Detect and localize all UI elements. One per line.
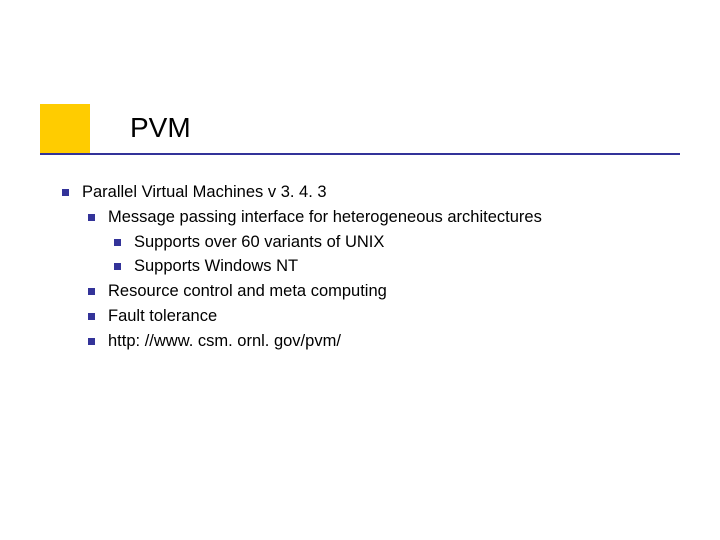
list-item: Message passing interface for heterogene… (82, 205, 680, 279)
square-bullet-icon (88, 288, 95, 295)
bullet-text: Resource control and meta computing (108, 282, 387, 300)
bullet-text: Supports over 60 variants of UNIX (134, 233, 384, 251)
bullet-text: Parallel Virtual Machines v 3. 4. 3 (82, 183, 327, 201)
bullet-text: http: //www. csm. ornl. gov/pvm/ (108, 332, 341, 350)
title-underline (40, 153, 680, 155)
bullet-list-level2: Message passing interface for heterogene… (82, 205, 680, 354)
list-item: Fault tolerance (82, 304, 680, 329)
bullet-text: Supports Windows NT (134, 257, 298, 275)
list-item: Supports Windows NT (108, 254, 680, 279)
list-item: Resource control and meta computing (82, 279, 680, 304)
list-item: http: //www. csm. ornl. gov/pvm/ (82, 329, 680, 354)
list-item: Supports over 60 variants of UNIX (108, 230, 680, 255)
square-bullet-icon (88, 313, 95, 320)
slide: PVM Parallel Virtual Machines v 3. 4. 3 … (0, 0, 720, 540)
list-item: Parallel Virtual Machines v 3. 4. 3 Mess… (56, 180, 680, 353)
slide-title: PVM (130, 112, 191, 144)
square-bullet-icon (88, 338, 95, 345)
square-bullet-icon (88, 214, 95, 221)
slide-body: Parallel Virtual Machines v 3. 4. 3 Mess… (56, 180, 680, 353)
bullet-text: Message passing interface for heterogene… (108, 208, 542, 226)
bullet-list-level3: Supports over 60 variants of UNIX Suppor… (108, 230, 680, 280)
bullet-text: Fault tolerance (108, 307, 217, 325)
square-bullet-icon (114, 239, 121, 246)
decorative-square (40, 104, 90, 154)
square-bullet-icon (62, 189, 69, 196)
bullet-list-level1: Parallel Virtual Machines v 3. 4. 3 Mess… (56, 180, 680, 353)
square-bullet-icon (114, 263, 121, 270)
